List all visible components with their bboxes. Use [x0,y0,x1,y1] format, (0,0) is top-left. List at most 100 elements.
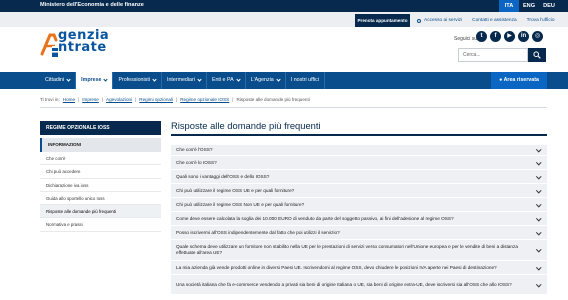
chevron-down-icon [535,187,541,193]
sidebar-item-normativa[interactable]: Normativa e prassi [40,218,161,232]
faq-item[interactable]: Che cos'è lo IOSS? [171,156,547,170]
breadcrumb-separator: | [101,97,104,102]
breadcrumb-regime-ioss[interactable]: Regime opzionale IOSS [180,97,229,102]
sidebar-item-dichiarazione[interactable]: Dichiarazione iva ioss [40,179,161,192]
divider [40,107,547,108]
lang-eng[interactable]: ENG [519,0,539,12]
faq-item[interactable]: Una società italiana che fa e-commerce v… [171,275,547,295]
sidebar-item-faq[interactable]: Risposte alle domande più frequenti [40,205,161,219]
sidebar-item-che-cose[interactable]: Che cos'è [40,152,161,166]
breadcrumb-current: Risposte alle domande più frequenti [236,97,310,102]
nav-professionisti[interactable]: Professionisti [113,72,162,89]
sidebar-menu: Che cos'è Chi può accedere Dichiarazione… [40,152,161,232]
area-riservata-button[interactable]: ● Area riservata [491,72,547,89]
chevron-down-icon [535,246,541,252]
chevron-down-icon [535,281,541,287]
nav-enti-pa-label: Enti e PA [211,77,234,83]
faq-question: Quale schema deve utilizzare un fornitor… [176,244,518,255]
trova-ufficio-link[interactable]: Trova l'ufficio [527,18,555,23]
faq-question: La mia azienda già vende prodotti online… [176,264,497,270]
lang-ita[interactable]: ITA [499,0,519,12]
chevron-down-icon [535,146,541,152]
chevron-down-icon [535,159,541,165]
logo-wordmark: genzia ntrate [58,29,109,55]
breadcrumb-separator: | [135,97,137,102]
nav-intermediari-label: Intermediari [166,77,195,83]
faq-item[interactable]: Quale schema deve utilizzare un fornitor… [171,240,547,261]
language-switcher: ITA ENG DEU [499,0,559,12]
breadcrumb-separator: | [78,97,80,102]
nav-enti-pa[interactable]: Enti e PA [207,72,246,89]
facebook-icon[interactable]: f [490,31,501,42]
breadcrumb: Ti trovi in: Home | Imprese | Agevolazioni… [40,97,310,102]
nav-agenzia[interactable]: L'Agenzia [246,72,286,89]
chevron-down-icon [535,264,541,270]
breadcrumb-agevolazioni[interactable]: Agevolazioni [106,97,132,102]
nav-imprese[interactable]: Imprese [76,72,114,89]
breadcrumb-prefix: Ti trovi in: [40,97,60,102]
nav-intermediari[interactable]: Intermediari [162,72,207,89]
trova-ufficio-label: Trova l'ufficio [526,18,555,23]
breadcrumb-imprese[interactable]: Imprese [82,97,99,102]
chevron-down-icon [236,77,241,82]
breadcrumb-home[interactable]: Home [63,97,75,102]
chevron-down-icon [535,215,541,221]
search-input[interactable]: Cerca... [458,48,528,62]
faq-question: Come deve essere calcolata la soglia dei… [176,215,454,221]
youtube-icon[interactable]: ▶ [504,31,515,42]
title-underline [171,134,547,136]
faq-question: Posso iscrivermi all'OSS indipendentemen… [176,229,340,235]
faq-accordion: Che cos'è l'OSS? Che cos'è lo IOSS? Qual… [171,145,547,295]
faq-question: Una società italiana che fa e-commerce v… [176,281,512,287]
nav-uffici-label: I nostri uffici [290,77,319,83]
page-title: Risposte alle domande più frequenti [171,120,321,131]
contatti-label: Contatti e assistenza [472,18,517,23]
search-icon [533,51,541,59]
sidebar-item-chi-puo-accedere[interactable]: Chi può accedere [40,165,161,179]
prenota-appuntamento-button[interactable]: Prenota appuntamento [355,14,410,27]
nav-cittadini[interactable]: Cittadini [40,72,77,89]
nav-cittadini-label: Cittadini [45,77,65,83]
accesso-servizi-label: Accesso ai servizi [424,18,463,23]
social-links: t f ▶ in ◎ [476,31,543,42]
logo-line-2: ntrate [58,40,107,55]
faq-item[interactable]: Posso iscrivermi all'OSS indipendentemen… [171,226,547,240]
ministry-link[interactable]: Ministero dell'Economia e delle finanze [40,2,144,8]
faq-question: Che cos'è lo IOSS? [176,159,217,165]
faq-item[interactable]: Chi può utilizzare il regime OSS UE e pe… [171,184,547,198]
twitter-icon[interactable]: t [476,31,487,42]
faq-item[interactable]: Quali sono i vantaggi dell'OSS e dello I… [171,170,547,184]
nav-professionisti-label: Professionisti [118,77,150,83]
nav-imprese-label: Imprese [81,77,102,83]
faq-question: Che cos'è l'OSS? [176,147,213,152]
chevron-down-icon [535,229,541,235]
faq-item[interactable]: Che cos'è l'OSS? [171,145,547,156]
breadcrumb-separator: | [176,97,178,102]
chevron-down-icon [535,201,541,207]
chevron-down-icon [535,173,541,179]
accesso-servizi-link[interactable]: Accesso ai servizi [417,18,462,23]
faq-item[interactable]: Come deve essere calcolata la soglia dei… [171,212,547,226]
nav-agenzia-label: L'Agenzia [250,77,274,83]
lang-deu[interactable]: DEU [539,0,559,12]
nav-uffici[interactable]: I nostri uffici [286,72,325,89]
top-bar: Ministero dell'Economia e delle finanze … [0,0,568,12]
sidebar-item-guida[interactable]: Guida allo sportello unico Ioss [40,192,161,206]
faq-question: Chi può utilizzare il regime OSS UE e pe… [176,187,295,193]
instagram-icon[interactable]: ◎ [532,31,543,42]
chevron-down-icon [66,77,71,82]
faq-question: Quali sono i vantaggi dell'OSS e dello I… [176,173,270,179]
chevron-down-icon [197,77,202,82]
lock-icon: ● [499,77,503,83]
faq-item[interactable]: La mia azienda già vende prodotti online… [171,261,547,275]
linkedin-icon[interactable]: in [518,31,529,42]
faq-question: Chi può utilizzare il regime OSS Non UE … [176,201,305,207]
sidebar-heading[interactable]: REGIME OPZIONALE IOSS [40,121,161,135]
contatti-link[interactable]: Contatti e assistenza [472,18,517,23]
sidebar-subheading[interactable]: INFORMAZIONI [40,138,161,152]
breadcrumb-regimi-opzionali[interactable]: Regimi opzionali [139,97,173,102]
faq-item[interactable]: Chi può utilizzare il regime OSS Non UE … [171,198,547,212]
search-button[interactable] [528,48,546,62]
user-icon [417,18,421,23]
chevron-down-icon [276,77,281,82]
